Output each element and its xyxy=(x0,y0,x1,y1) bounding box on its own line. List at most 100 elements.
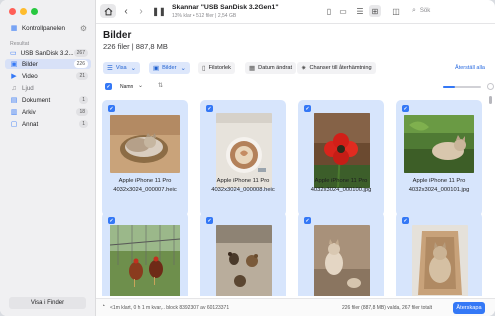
sidebar-item-documents[interactable]: ▤ Dokument 1 xyxy=(5,95,91,105)
sidebar-item-label: Bilder xyxy=(22,60,38,68)
file-thumbnail xyxy=(216,113,272,188)
sidebar-item-drive[interactable]: ▭ USB SanDisk 3.2... 267 xyxy=(5,48,91,58)
file-grid: ✓ Apple iPhone 11 Pro 4032x3024_000007.h… xyxy=(96,96,488,296)
document-view-button[interactable]: ▯ xyxy=(323,5,335,17)
file-device: Apple iPhone 11 Pro xyxy=(118,178,172,184)
file-checkbox[interactable]: ✓ xyxy=(402,105,409,112)
zoom-window-button[interactable] xyxy=(31,8,38,15)
folder-view-button[interactable]: ▭ xyxy=(337,5,349,17)
preview-panel-button[interactable]: ◫ xyxy=(390,5,402,17)
file-tile[interactable]: ✓ Apple iPhone 11 Pro 4032x3024_000100.j… xyxy=(298,100,384,216)
app-window: ▦ Kontrollpanelen ⚙ Resultat ▭ USB SanDi… xyxy=(0,0,495,316)
minimize-window-button[interactable] xyxy=(20,8,27,15)
view-filter[interactable]: ☰ Visa ⌄ xyxy=(103,62,141,74)
recover-button[interactable]: Återskapa xyxy=(453,302,485,314)
document-icon: ▤ xyxy=(10,97,18,104)
file-size-filter[interactable]: ▯ Filstorlek xyxy=(198,62,235,74)
file-thumbnail xyxy=(412,225,468,296)
sidebar-item-other[interactable]: ▢ Annat 1 xyxy=(5,119,91,129)
grid-view-button[interactable]: ⊞ xyxy=(369,5,381,17)
file-checkbox[interactable]: ✓ xyxy=(206,105,213,112)
file-name: 4032x3024_000101.jpg xyxy=(408,187,470,193)
document-icon: ▯ xyxy=(202,65,206,72)
toolbar: ‹ › ❚❚ Skannar "USB SanDisk 3.2Gen1" 13%… xyxy=(96,0,495,24)
sidebar: ▦ Kontrollpanelen ⚙ Resultat ▭ USB SanDi… xyxy=(0,0,96,316)
file-thumbnail xyxy=(216,225,272,296)
file-tile[interactable]: ✓ xyxy=(298,212,384,296)
sidebar-item-count: 18 xyxy=(76,108,88,116)
filter-bar: ☰ Visa ⌄ ▣ Bilder ⌄ ▯ Filstorlek ▦ Datum… xyxy=(96,60,495,76)
sidebar-item-label: Kontrollpanelen xyxy=(22,24,66,32)
recovery-chance-filter[interactable]: ✷ Chanser till återhämtning xyxy=(297,62,376,74)
sidebar-item-count: 267 xyxy=(73,49,88,57)
select-all-checkbox[interactable]: ✓ xyxy=(105,83,112,90)
file-device: Apple iPhone 11 Pro xyxy=(412,178,466,184)
sort-direction-icon[interactable]: ⌄ xyxy=(138,82,143,89)
file-tile[interactable]: ✓ Apple iPhone 11 Pro 4032x3024_000007.h… xyxy=(102,100,188,216)
chevron-down-icon: ⌄ xyxy=(180,65,186,72)
type-filter-label: Bilder xyxy=(162,65,177,71)
scan-title: Skannar "USB SanDisk 3.2Gen1" xyxy=(172,4,279,11)
document-icon: ▯ xyxy=(326,6,332,16)
file-checkbox[interactable]: ✓ xyxy=(402,217,409,224)
file-tile[interactable]: ✓ Apple iPhone 11 Pro 4032x3024_000008.h… xyxy=(200,100,286,216)
window-controls xyxy=(9,8,38,15)
sidebar-item-video[interactable]: ▶ Video 21 xyxy=(5,71,91,81)
status-bar: ◔ <1m klart, 0 h 1 m kvar,.. block 83923… xyxy=(96,298,495,316)
slider-knob[interactable] xyxy=(487,82,494,90)
file-checkbox[interactable]: ✓ xyxy=(304,105,311,112)
sidebar-item-audio[interactable]: ♫ Ljud xyxy=(5,83,91,93)
dashboard-icon: ▦ xyxy=(10,25,18,32)
sort-options-icon[interactable]: ⇅ xyxy=(158,82,163,89)
settings-icon[interactable]: ⚙ xyxy=(80,24,87,33)
sidebar-item-images[interactable]: ▣ Bilder 226 xyxy=(5,59,91,69)
music-icon: ♫ xyxy=(11,84,17,92)
sidebar-item-label: Ljud xyxy=(22,84,34,92)
file-checkbox[interactable]: ✓ xyxy=(108,105,115,112)
file-checkbox[interactable]: ✓ xyxy=(304,217,311,224)
sidebar-item-count: 226 xyxy=(73,60,88,68)
video-icon: ▶ xyxy=(11,73,17,80)
back-button[interactable]: ‹ xyxy=(121,4,131,18)
column-header: ✓ Namn ⌄ ⇅ xyxy=(96,80,495,92)
file-tile[interactable]: ✓ xyxy=(102,212,188,296)
close-window-button[interactable] xyxy=(9,8,16,15)
pause-scan-button[interactable]: ❚❚ xyxy=(152,4,165,18)
grid-scrollbar[interactable] xyxy=(489,96,492,296)
forward-button[interactable]: › xyxy=(136,4,146,18)
sidebar-item-count: 1 xyxy=(79,120,88,128)
sidebar-item-archives[interactable]: ▥ Arkiv 18 xyxy=(5,107,91,117)
page-subtitle: 226 filer | 887,8 MB xyxy=(103,42,168,51)
scrollbar-thumb[interactable] xyxy=(489,96,492,104)
sidebar-item-label: Video xyxy=(22,72,38,80)
page-title: Bilder xyxy=(103,30,132,41)
file-tile[interactable]: ✓ xyxy=(200,212,286,296)
home-button[interactable] xyxy=(100,4,116,18)
scan-status-text: <1m klart, 0 h 1 m kvar,.. block 8392307… xyxy=(110,305,230,311)
archive-icon: ▥ xyxy=(10,109,18,116)
reset-all-link[interactable]: Återställ alla xyxy=(455,65,485,71)
drive-icon: ▭ xyxy=(10,50,17,57)
sidebar-right-icon: ◫ xyxy=(392,6,400,16)
file-name: 4032x3024_000100.jpg xyxy=(310,187,372,193)
file-thumbnail xyxy=(314,225,370,296)
show-in-finder-button[interactable]: Visa i Finder xyxy=(9,297,86,309)
search-placeholder: Sök xyxy=(419,8,431,14)
file-checkbox[interactable]: ✓ xyxy=(206,217,213,224)
date-modified-filter[interactable]: ▦ Datum ändrat xyxy=(245,62,297,74)
file-tile[interactable]: ✓ xyxy=(396,212,482,296)
sidebar-item-dashboard[interactable]: ▦ Kontrollpanelen ⚙ xyxy=(5,23,91,33)
sort-by-name[interactable]: Namn xyxy=(120,84,133,90)
search-field[interactable]: ⌕ Sök xyxy=(412,5,484,17)
sidebar-item-label: Arkiv xyxy=(22,108,36,116)
type-filter[interactable]: ▣ Bilder ⌄ xyxy=(149,62,190,74)
file-checkbox[interactable]: ✓ xyxy=(108,217,115,224)
file-thumbnail xyxy=(404,115,474,173)
file-tile[interactable]: ✓ Apple iPhone 11 Pro 4032x3024_000101.j… xyxy=(396,100,482,216)
thumbnail-size-slider[interactable] xyxy=(443,85,481,88)
list-view-button[interactable]: ☰ xyxy=(354,5,366,17)
photo-icon: ▣ xyxy=(153,65,160,72)
star-icon: ✷ xyxy=(301,65,307,72)
sidebar-item-count: 1 xyxy=(79,96,88,104)
search-icon: ⌕ xyxy=(412,7,416,14)
